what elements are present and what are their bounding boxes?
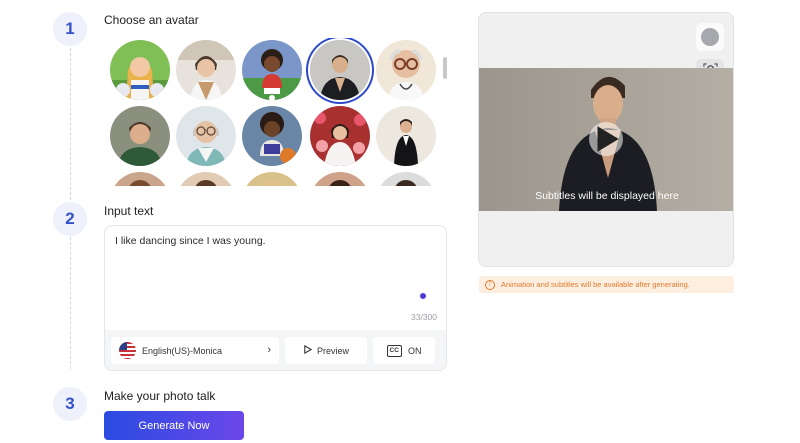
preview-label: Preview [316,345,349,356]
text-input-panel: I like dancing since I was young. 33/300… [104,225,447,371]
notice-text: Animation and subtitles will be availabl… [501,280,690,289]
cursor-indicator [420,293,426,299]
video-frame: Subtitles will be displayed here [479,68,733,211]
text-input[interactable]: I like dancing since I was young. [115,235,266,247]
avatar-doctor-grandpa[interactable] [376,40,436,100]
step-1-badge: 1 [53,12,87,46]
subtitles-state-label: ON [407,345,422,356]
chevron-right-icon: › [267,344,271,356]
step-3-title: Make your photo talk [104,389,216,403]
us-flag-icon [119,342,136,359]
avatar-soccer-girl[interactable] [242,40,302,100]
avatar-row3-4[interactable] [310,172,370,186]
subtitles-toggle-button[interactable]: CC ON [373,337,435,364]
voice-label: English(US)-Monica [142,345,223,356]
play-button[interactable] [589,122,623,156]
info-icon: ! [485,279,495,290]
avatar-chef[interactable] [176,40,236,100]
play-outline-icon [303,344,313,356]
avatar-row3-5[interactable] [376,172,436,186]
avatar-basketball-girl[interactable] [242,106,302,166]
subtitle-placeholder: Subtitles will be displayed here [535,190,679,202]
step-connector [70,48,71,200]
avatar-grid [104,38,444,186]
step-2-badge: 2 [53,202,87,236]
avatar-bride[interactable] [310,106,370,166]
text-panel-toolbar: English(US)-Monica › Preview CC ON [105,330,446,370]
avatar-grid-scrollbar[interactable] [443,57,447,79]
avatar-cheerleader[interactable] [110,40,170,100]
character-counter: 33/300 [411,312,437,322]
cc-icon: CC [386,344,402,357]
step-2-title: Input text [104,204,154,218]
avatar-mode-button[interactable] [696,23,724,51]
step-connector [70,237,71,369]
step-3-badge: 3 [53,387,87,421]
avatar-row3-1[interactable] [110,172,170,186]
avatar-groom[interactable] [376,106,436,166]
info-notice: ! Animation and subtitles will be availa… [479,276,734,293]
circle-icon [701,28,719,46]
avatar-row3-2[interactable] [176,172,236,186]
avatar-row3-3[interactable] [242,172,302,186]
preview-button[interactable]: Preview [285,337,367,364]
generate-now-button[interactable]: Generate Now [104,411,244,440]
talking-photo-page: 1 Choose an avatar 2 Input text I like d… [0,0,800,443]
avatar-dancer[interactable] [310,40,370,100]
step-1-title: Choose an avatar [104,13,199,27]
voice-select-button[interactable]: English(US)-Monica › [111,337,279,364]
video-preview-card: Subtitles will be displayed here [478,12,734,267]
avatar-nurse[interactable] [176,106,236,166]
avatar-man-green-sweater[interactable] [110,106,170,166]
